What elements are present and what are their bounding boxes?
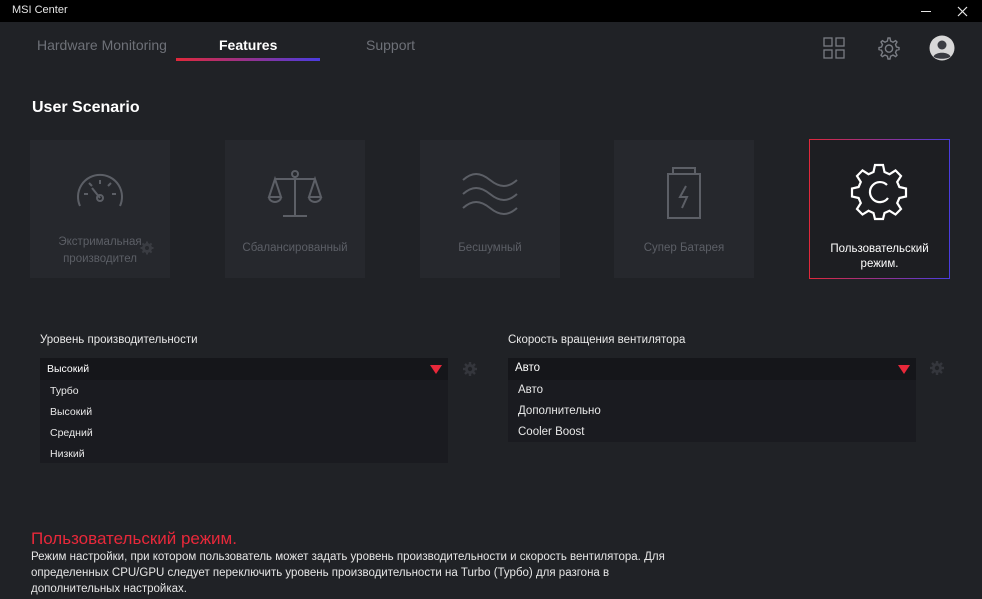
scenario-card-super-battery[interactable]: Супер Батарея <box>614 140 754 278</box>
gear-icon <box>850 163 908 221</box>
scenario-label-super-battery: Супер Батарея <box>643 242 725 254</box>
close-button[interactable] <box>945 0 981 22</box>
performance-level-label: Уровень производительности <box>40 334 198 346</box>
apps-grid-icon[interactable] <box>821 35 847 61</box>
scenario-card-balanced[interactable]: Сбалансированный <box>225 140 365 278</box>
fan-option-advanced[interactable]: Дополнительно <box>518 405 601 417</box>
balance-scale-icon <box>267 170 323 217</box>
scenario-card-user-mode[interactable]: Пользовательский режим. <box>809 139 950 279</box>
performance-option-turbo[interactable]: Турбо <box>50 385 79 397</box>
scenario-label-extreme: Экстримальная производител <box>58 236 142 265</box>
chevron-down-icon <box>898 365 910 374</box>
tab-support[interactable]: Support <box>366 37 415 53</box>
gear-icon[interactable] <box>140 241 154 255</box>
minimize-button[interactable] <box>908 0 944 22</box>
performance-option-low[interactable]: Низкий <box>50 448 85 460</box>
battery-bolt-icon <box>667 167 701 219</box>
scenario-label-silent: Бесшумный <box>458 242 522 254</box>
fan-option-auto[interactable]: Авто <box>518 384 543 396</box>
performance-level-dropdown[interactable]: Высокий Турбо Высокий Средний Низкий <box>40 358 448 463</box>
scenario-card-extreme[interactable]: Экстримальная производител <box>30 140 170 278</box>
section-title: User Scenario <box>32 99 140 116</box>
performance-selected-value: Высокий <box>47 363 90 375</box>
fan-selected[interactable]: Авто <box>508 358 916 380</box>
settings-gear-icon[interactable] <box>875 35 901 61</box>
scenario-card-silent[interactable]: Бесшумный <box>420 140 560 278</box>
title-bar: MSI Center <box>0 0 982 22</box>
performance-settings-gear-icon[interactable] <box>462 361 478 377</box>
chevron-down-icon <box>430 365 442 374</box>
scenario-label-user-mode: Пользовательский режим. <box>830 243 929 270</box>
fan-speed-label: Скорость вращения вентилятора <box>508 334 686 346</box>
active-tab-indicator <box>176 58 320 61</box>
performance-option-high[interactable]: Высокий <box>50 406 92 418</box>
fan-option-cooler-boost[interactable]: Cooler Boost <box>518 426 584 438</box>
scenario-label-balanced: Сбалансированный <box>242 242 348 254</box>
performance-selected[interactable]: Высокий <box>40 358 448 380</box>
fan-settings-gear-icon[interactable] <box>929 360 945 376</box>
close-icon <box>957 6 968 17</box>
description-text: Режим настройки, при котором пользовател… <box>31 551 665 595</box>
user-avatar-icon[interactable] <box>929 35 955 61</box>
minimize-icon <box>921 11 931 12</box>
tab-features[interactable]: Features <box>219 37 277 53</box>
description-title: Пользовательский режим. <box>31 529 237 548</box>
waves-icon <box>462 173 518 215</box>
fan-speed-dropdown[interactable]: Авто Авто Дополнительно Cooler Boost <box>508 358 916 442</box>
performance-option-medium[interactable]: Средний <box>50 427 93 439</box>
speedometer-icon <box>77 173 123 207</box>
fan-selected-value: Авто <box>515 362 541 374</box>
window-title: MSI Center <box>12 4 68 16</box>
tab-hardware-monitoring[interactable]: Hardware Monitoring <box>37 37 167 53</box>
